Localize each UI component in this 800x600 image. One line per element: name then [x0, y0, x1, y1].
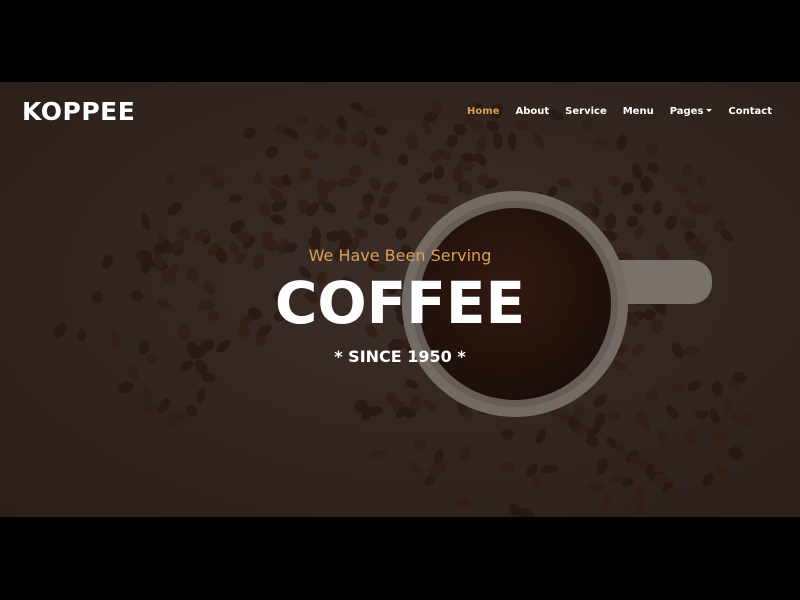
letterbox-top — [0, 0, 800, 82]
hero-headline: COFFEE — [274, 269, 526, 337]
hero-text: We Have Been Serving COFFEE * SINCE 1950… — [0, 82, 800, 517]
hero-tagline: We Have Been Serving — [308, 246, 492, 265]
hero-since: * SINCE 1950 * — [334, 347, 466, 366]
letterbox-bottom — [0, 517, 800, 600]
hero-section: KOPPEE Home About Service Menu Pages Con… — [0, 82, 800, 517]
